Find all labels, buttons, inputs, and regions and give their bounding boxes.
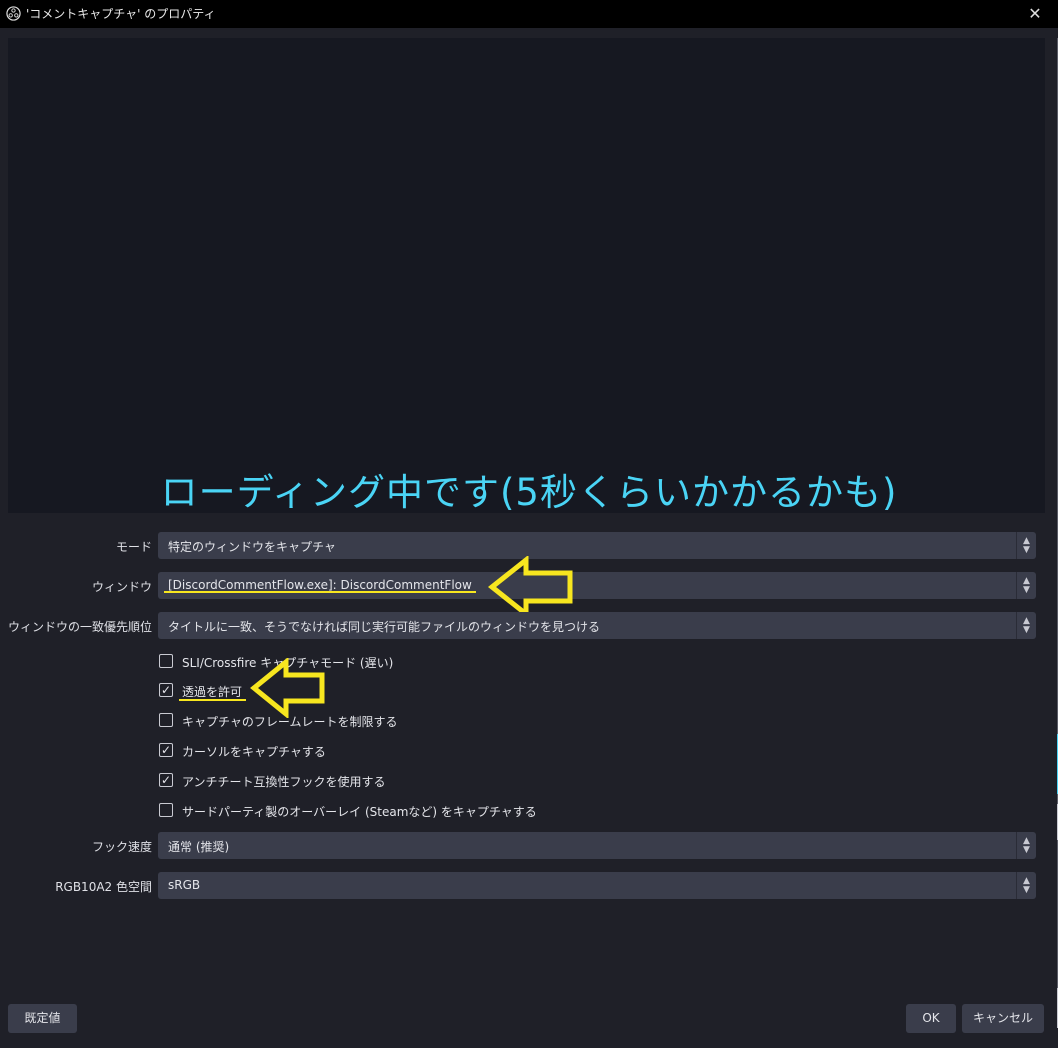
check-icon: ✓ <box>160 773 172 787</box>
checkbox-box[interactable] <box>159 713 173 727</box>
hook-speed-label: フック速度 <box>91 840 152 854</box>
checkbox-label: カーソルをキャプチャする <box>182 745 326 759</box>
checkbox-box[interactable]: ✓ <box>159 773 173 787</box>
arrow-left-icon <box>250 658 325 718</box>
color-space-select[interactable]: sRGB ▲ ▼ <box>158 872 1036 899</box>
checkbox-thirdparty-overlay[interactable]: サードパーティ製のオーバーレイ (Steamなど) をキャプチャする <box>159 801 659 821</box>
checkbox-box[interactable] <box>159 654 173 668</box>
checkbox-label: サードパーティ製のオーバーレイ (Steamなど) をキャプチャする <box>182 805 537 819</box>
close-icon: ✕ <box>1028 4 1042 23</box>
priority-value: タイトルに一致、そうでなければ同じ実行可能ファイルのウィンドウを見つける <box>168 620 601 634</box>
hook-speed-select[interactable]: 通常 (推奨) ▲ ▼ <box>158 832 1036 859</box>
spin-arrows-icon: ▲ ▼ <box>1016 532 1036 559</box>
checkbox-label: 透過を許可 <box>182 685 243 699</box>
window-label: ウィンドウ <box>91 580 152 594</box>
scrollbar[interactable] <box>1046 38 1058 1028</box>
highlight-underline <box>179 699 246 701</box>
check-icon: ✓ <box>160 683 172 697</box>
checkbox-label: キャプチャのフレームレートを制限する <box>182 715 398 729</box>
arrow-left-icon <box>488 556 573 618</box>
obs-logo-icon <box>6 6 21 21</box>
color-space-label: RGB10A2 色空間 <box>55 880 152 894</box>
priority-select[interactable]: タイトルに一致、そうでなければ同じ実行可能ファイルのウィンドウを見つける ▲ ▼ <box>158 612 1036 639</box>
color-space-value: sRGB <box>168 878 201 892</box>
mode-label: モード <box>115 540 152 554</box>
checkbox-limit-framerate[interactable]: キャプチャのフレームレートを制限する <box>159 711 559 731</box>
window-value: [DiscordCommentFlow.exe]: DiscordComment… <box>168 578 472 592</box>
ok-button[interactable]: OK <box>906 1004 956 1033</box>
checkbox-sli-crossfire[interactable]: SLI/Crossfire キャプチャモード (遅い) <box>159 652 559 672</box>
window-select[interactable]: [DiscordCommentFlow.exe]: DiscordComment… <box>158 572 1036 599</box>
highlight-underline <box>164 591 476 593</box>
checkbox-anticheat-hook[interactable]: ✓ アンチチート互換性フックを使用する <box>159 771 559 791</box>
checkbox-capture-cursor[interactable]: ✓ カーソルをキャプチャする <box>159 741 559 761</box>
source-preview <box>8 38 1045 513</box>
priority-label: ウィンドウの一致優先順位 <box>7 620 152 634</box>
window-title: 'コメントキャプチャ' のプロパティ <box>26 7 216 21</box>
checkbox-label: アンチチート互換性フックを使用する <box>182 775 386 789</box>
spin-arrows-icon: ▲ ▼ <box>1016 832 1036 859</box>
checkbox-box[interactable]: ✓ <box>159 743 173 757</box>
title-bar: 'コメントキャプチャ' のプロパティ ✕ <box>0 0 1058 28</box>
mode-value: 特定のウィンドウをキャプチャ <box>168 540 336 554</box>
loading-caption: ローディング中です(5秒くらいかかるかも) <box>160 471 898 514</box>
close-button[interactable]: ✕ <box>1020 2 1050 26</box>
hook-speed-value: 通常 (推奨) <box>168 840 230 854</box>
check-icon: ✓ <box>160 743 172 757</box>
checkbox-box[interactable] <box>159 803 173 817</box>
cancel-button[interactable]: キャンセル <box>962 1004 1044 1033</box>
defaults-button[interactable]: 既定値 <box>8 1004 77 1033</box>
spin-arrows-icon: ▲ ▼ <box>1016 572 1036 599</box>
mode-select[interactable]: 特定のウィンドウをキャプチャ ▲ ▼ <box>158 532 1036 559</box>
checkbox-box[interactable]: ✓ <box>159 683 173 697</box>
spin-arrows-icon: ▲ ▼ <box>1016 612 1036 639</box>
spin-arrows-icon: ▲ ▼ <box>1016 872 1036 899</box>
